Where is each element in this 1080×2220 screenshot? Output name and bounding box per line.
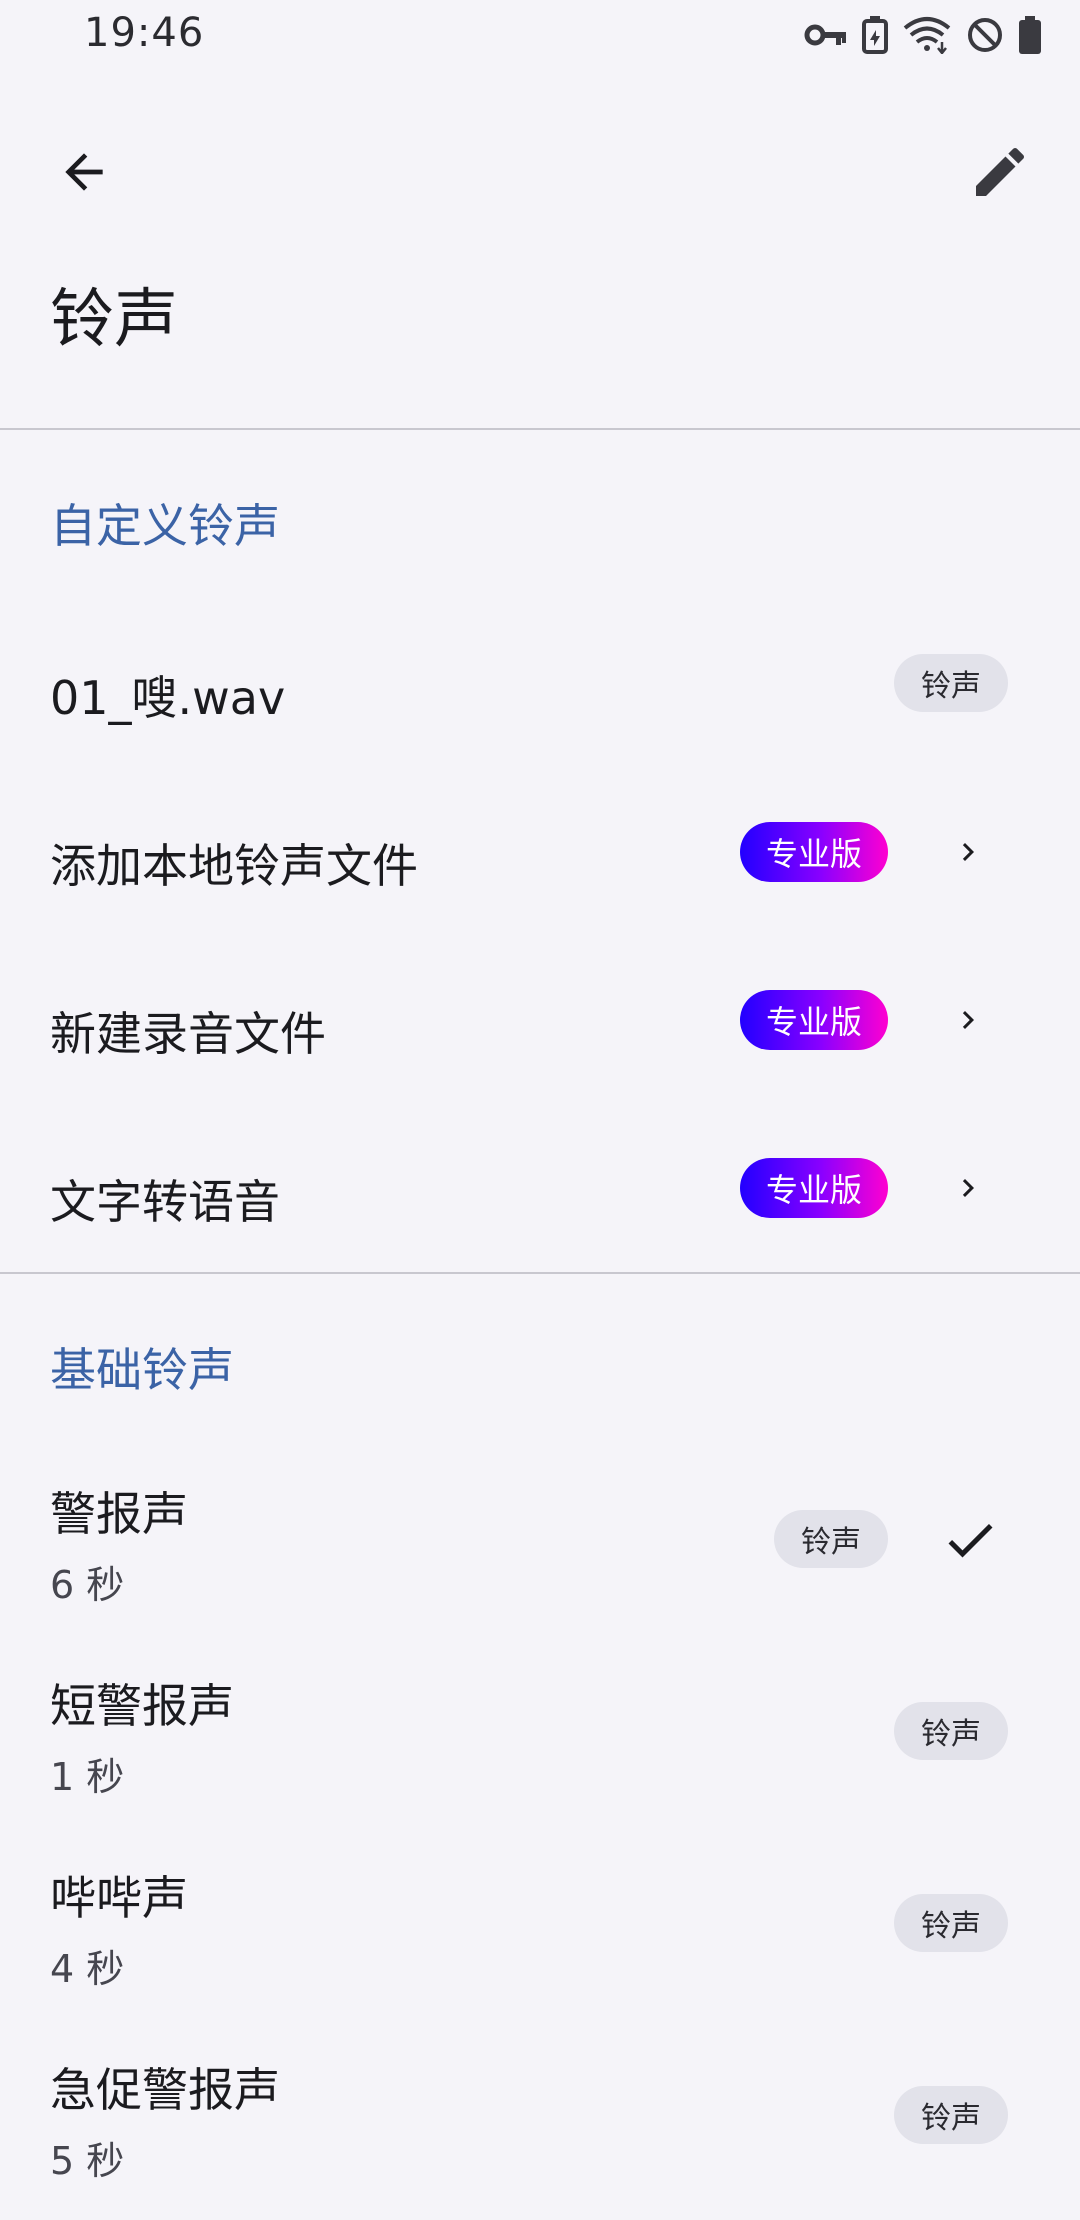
status-bar: 19:46 — [0, 0, 1080, 76]
list-item-urgent-alarm[interactable]: 急促警报声 5 秒 铃声 — [0, 2024, 1080, 2204]
edit-button[interactable] — [960, 132, 1040, 212]
list-item-short-alarm[interactable]: 短警报声 1 秒 铃声 — [0, 1640, 1080, 1820]
status-time: 19:46 — [84, 10, 205, 56]
vpn-key-icon — [804, 20, 848, 50]
back-button[interactable] — [44, 132, 124, 212]
list-item-alarm[interactable]: 警报声 6 秒 铃声 — [0, 1450, 1080, 1630]
list-item-label: 文字转语音 — [50, 1175, 280, 1229]
pencil-icon — [976, 147, 1025, 196]
list-item-duration: 4 秒 — [50, 1947, 125, 1991]
wifi-icon — [902, 16, 952, 54]
battery-icon — [1018, 16, 1042, 54]
ringtone-chip[interactable]: 铃声 — [894, 1702, 1008, 1760]
list-item-label: 添加本地铃声文件 — [50, 839, 418, 893]
ringtone-chip[interactable]: 铃声 — [894, 1894, 1008, 1952]
list-item-label: 哔哔声 — [50, 1871, 188, 1925]
list-item-label: 警报声 — [50, 1487, 188, 1541]
ringtone-chip[interactable]: 铃声 — [894, 654, 1008, 712]
do-not-disturb-icon — [966, 16, 1004, 54]
list-item-custom-file[interactable]: 01_嗖.wav 铃声 — [0, 620, 1080, 750]
section-header-custom: 自定义铃声 — [50, 499, 280, 553]
section-header-basic: 基础铃声 — [50, 1343, 234, 1397]
chevron-right-icon — [948, 832, 988, 872]
list-item-text-to-speech[interactable]: 文字转语音 专业版 — [0, 1126, 1080, 1256]
battery-saver-icon — [862, 16, 888, 54]
list-item-beep[interactable]: 哔哔声 4 秒 铃声 — [0, 1832, 1080, 2012]
arrow-back-icon — [65, 153, 103, 191]
list-item-duration: 6 秒 — [50, 1563, 125, 1607]
check-icon — [938, 1508, 1002, 1572]
page-title: 铃声 — [50, 283, 178, 357]
list-item-label: 短警报声 — [50, 1679, 234, 1733]
divider — [0, 428, 1080, 430]
list-item-add-local[interactable]: 添加本地铃声文件 专业版 — [0, 790, 1080, 920]
pro-badge: 专业版 — [740, 822, 888, 882]
list-item-label: 新建录音文件 — [50, 1007, 326, 1061]
pro-badge: 专业版 — [740, 1158, 888, 1218]
list-item-duration: 1 秒 — [50, 1755, 125, 1799]
list-item-label: 01_嗖.wav — [50, 671, 286, 725]
list-item-new-recording[interactable]: 新建录音文件 专业版 — [0, 958, 1080, 1088]
pro-badge: 专业版 — [740, 990, 888, 1050]
list-item-duration: 5 秒 — [50, 2139, 125, 2183]
app-bar — [0, 110, 1080, 230]
divider — [0, 1272, 1080, 1274]
chevron-right-icon — [948, 1168, 988, 1208]
chevron-right-icon — [948, 1000, 988, 1040]
list-item-label: 急促警报声 — [50, 2063, 280, 2117]
ringtone-chip[interactable]: 铃声 — [894, 2086, 1008, 2144]
ringtone-chip[interactable]: 铃声 — [774, 1510, 888, 1568]
status-icons — [804, 16, 1042, 54]
